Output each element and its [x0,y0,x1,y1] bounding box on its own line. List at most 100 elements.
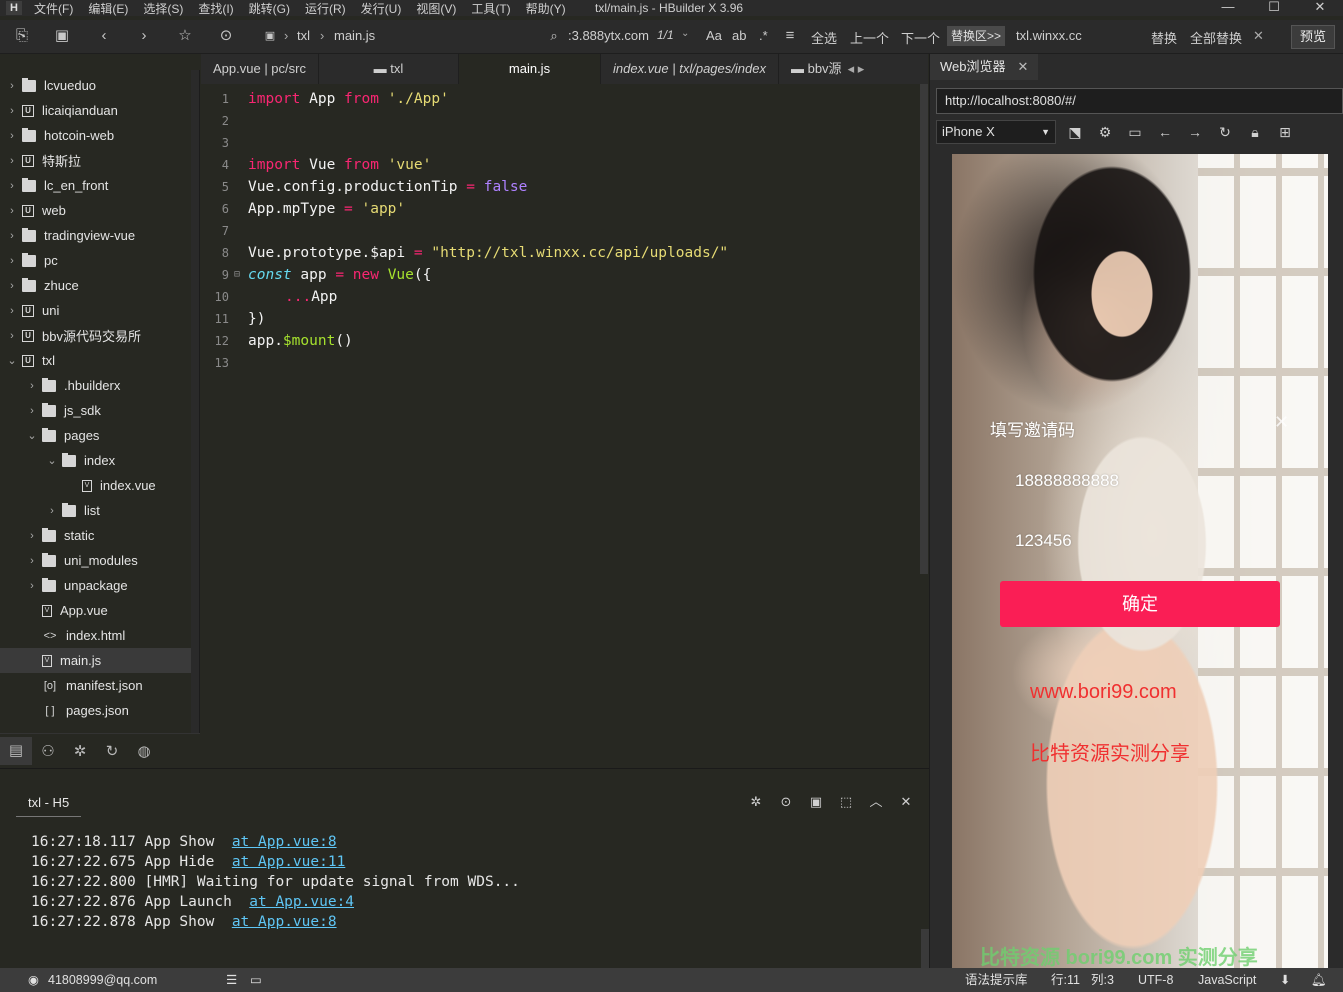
tab-main-js[interactable]: main.js [458,54,601,84]
confirm-button[interactable]: 确定 [1000,581,1280,627]
replace-input[interactable]: txl.winxx.cc [1016,28,1082,43]
chevron-right-icon[interactable]: › [26,380,38,392]
select-all-button[interactable]: 全选 [811,28,837,47]
close-dialog-icon[interactable]: ✕ [1274,412,1289,433]
menu-select[interactable]: 选择(S) [143,0,183,17]
chevron-right-icon[interactable]: › [26,555,38,567]
tree-item[interactable]: › unpackage [0,573,192,598]
chevron-right-icon[interactable]: › [6,180,18,192]
list-lines-icon[interactable]: ≡ [780,26,800,46]
replace-button[interactable]: 替换 [1151,28,1177,47]
collapse-up-icon[interactable]: ︿ [866,793,886,811]
tree-item[interactable]: ⌄ pages [0,423,192,448]
new-file-icon[interactable]: ⎘ [12,26,32,46]
encoding-selector[interactable]: UTF-8 [1138,968,1173,992]
menu-goto[interactable]: 跳转(G) [249,0,290,17]
tree-item[interactable]: Vmain.js [0,648,192,673]
chevron-right-icon[interactable]: › [6,280,18,292]
plugins-icon[interactable]: ⚇ [32,742,64,760]
grid-icon[interactable]: ⊞ [1275,122,1295,142]
back-arrow-icon[interactable]: ‹ [94,26,114,46]
editor-scrollbar[interactable] [920,84,928,574]
user-avatar-icon[interactable]: ◉ [28,968,39,992]
tree-item[interactable]: › U 特斯拉 [0,148,192,173]
tree-item[interactable]: ⌄ index [0,448,192,473]
phone-input[interactable]: 18888888888 [1015,471,1119,491]
chevron-down-icon[interactable]: ⌄ [681,28,689,39]
chevron-right-icon[interactable]: › [26,580,38,592]
find-next-button[interactable]: 下一个 [901,28,940,47]
log-source-link[interactable]: at App.vue:8 [232,914,337,930]
clear-console-icon[interactable]: ✕ [896,793,916,811]
tab-app-vue[interactable]: App.vue | pc/src [201,54,319,84]
back-icon[interactable]: ← [1155,122,1175,142]
tree-item[interactable]: Vindex.vue [0,473,192,498]
git-icon[interactable]: ↻ [96,742,128,760]
menu-find[interactable]: 查找(I) [198,0,233,17]
chevron-down-icon[interactable]: ⌄ [26,429,38,442]
chevron-right-icon[interactable]: › [6,330,18,342]
find-prev-button[interactable]: 上一个 [850,28,889,47]
terminal-icon[interactable]: ▭ [250,968,262,992]
debug-icon[interactable]: ✲ [746,793,766,811]
chevron-right-icon[interactable]: › [6,130,18,142]
match-word-toggle[interactable]: ab [732,28,746,43]
menu-run[interactable]: 运行(R) [305,0,346,17]
breadcrumb-project[interactable]: txl [297,28,310,43]
chevron-right-icon[interactable]: › [6,230,18,242]
tree-item[interactable]: › Uweb [0,198,192,223]
close-window-icon[interactable]: ✕ [1297,0,1343,14]
menu-view[interactable]: 视图(V) [416,0,456,17]
tab-scroll-arrows-icon[interactable]: ◂ ▸ [848,61,865,76]
chevron-right-icon[interactable]: › [6,255,18,267]
log-source-link[interactable]: at App.vue:4 [249,894,354,910]
code-editor[interactable]: 1 import App from './App' 2 3 4 import Vue… [201,84,928,768]
tree-item[interactable]: › Uuni [0,298,192,323]
log-source-link[interactable]: at App.vue:11 [232,854,346,870]
refresh-icon[interactable]: ↻ [1215,122,1235,142]
forward-arrow-icon[interactable]: › [134,26,154,46]
star-icon[interactable]: ☆ [175,26,195,46]
console-icon[interactable]: ▭ [1125,122,1145,142]
tree-item[interactable]: › static [0,523,192,548]
url-input[interactable]: http://localhost:8080/#/ [936,88,1343,114]
tree-item[interactable]: › lc_en_front [0,173,192,198]
menu-publish[interactable]: 发行(U) [361,0,402,17]
breadcrumb-file[interactable]: main.js [334,28,375,43]
maximize-icon[interactable]: ☐ [1251,0,1297,14]
minimize-icon[interactable]: — [1205,0,1251,14]
tree-item[interactable]: › js_sdk [0,398,192,423]
save-icon[interactable]: ▣ [52,26,72,46]
tree-item[interactable]: › zhuce [0,273,192,298]
tree-item[interactable]: [o] manifest.json [0,673,192,698]
chevron-right-icon[interactable]: › [6,105,18,117]
lock-icon[interactable]: 🔒︎ [1245,122,1265,142]
code-line[interactable]: import App from './App' [248,88,449,110]
menu-tools[interactable]: 工具(T) [471,0,510,17]
regex-toggle[interactable]: .* [759,28,768,43]
code-line[interactable]: }) [248,308,265,330]
find-input[interactable]: :3.888ytx.com [568,28,649,43]
code-line[interactable]: ...App [285,286,337,308]
code-line[interactable]: import Vue from 'vue' [248,154,431,176]
stop-icon[interactable]: ▣ [806,793,826,811]
open-external-icon[interactable]: ⬚ [836,793,856,811]
tree-item[interactable]: › tradingview-vue [0,223,192,248]
close-find-icon[interactable]: ✕ [1253,28,1264,44]
chevron-down-icon[interactable]: ⌄ [6,354,18,367]
restart-icon[interactable]: ⊙ [776,793,796,811]
tree-item[interactable]: › uni_modules [0,548,192,573]
tab-bbv[interactable]: ▬ bbv源 ◂ ▸ [779,54,876,84]
sidebar-scrollbar[interactable] [191,70,199,768]
chevron-right-icon[interactable]: › [6,80,18,92]
device-select[interactable]: iPhone X ▼ [936,120,1056,144]
menu-file[interactable]: 文件(F) [34,0,73,17]
menu-help[interactable]: 帮助(Y) [526,0,566,17]
find-icon[interactable]: ⌕ [544,26,564,46]
download-icon[interactable]: ⬇ [1280,968,1290,992]
replace-region-toggle[interactable]: 替换区>> [947,26,1006,46]
preview-button[interactable]: 预览 [1291,25,1335,49]
tree-item[interactable]: › Ulicaiqianduan [0,98,192,123]
user-account[interactable]: 41808999@qq.com [48,968,157,992]
fold-toggle-icon[interactable]: ⊟ [234,264,240,286]
